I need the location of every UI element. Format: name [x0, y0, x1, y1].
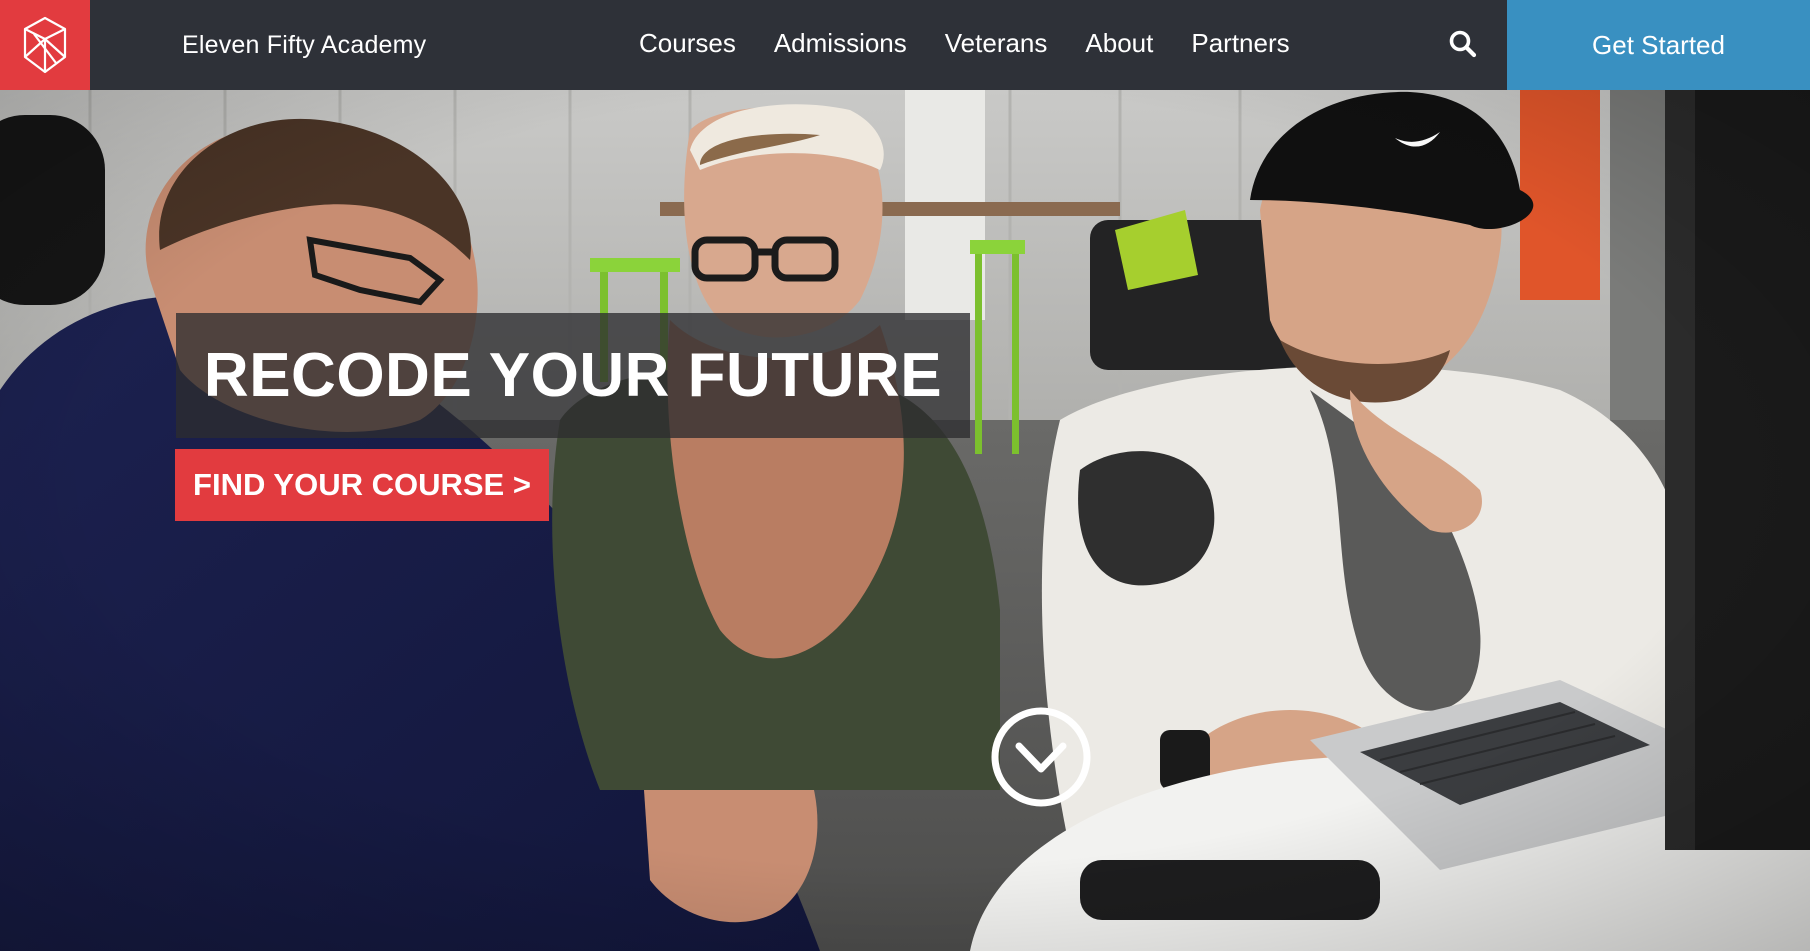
nav-partners[interactable]: Partners [1191, 28, 1289, 59]
search-button[interactable] [1448, 29, 1478, 59]
top-navigation-bar: Eleven Fifty Academy Courses Admissions … [0, 0, 1810, 90]
hero-section: RECODE YOUR FUTURE FIND YOUR COURSE > [0, 90, 1810, 951]
brand-name[interactable]: Eleven Fifty Academy [182, 31, 426, 60]
get-started-button[interactable]: Get Started [1507, 0, 1810, 90]
hero-headline: RECODE YOUR FUTURE [203, 341, 943, 410]
nav-about[interactable]: About [1085, 28, 1153, 59]
main-nav: Courses Admissions Veterans About Partne… [639, 28, 1290, 59]
nav-courses[interactable]: Courses [639, 28, 736, 59]
chevron-down-circle-icon [991, 707, 1091, 807]
nav-veterans[interactable]: Veterans [945, 28, 1048, 59]
search-icon [1449, 30, 1477, 58]
geometric-logo-icon [23, 16, 67, 74]
find-your-course-button[interactable]: FIND YOUR COURSE > [175, 449, 549, 521]
logo-link[interactable] [0, 0, 90, 90]
headline-banner: RECODE YOUR FUTURE [176, 313, 970, 438]
scroll-down-button[interactable] [990, 706, 1092, 808]
nav-admissions[interactable]: Admissions [774, 28, 907, 59]
